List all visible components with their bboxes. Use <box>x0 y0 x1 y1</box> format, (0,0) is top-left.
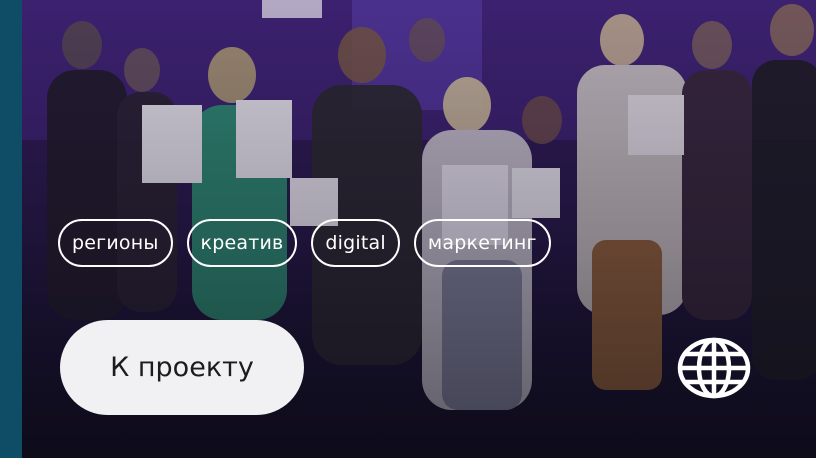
tag-regions[interactable]: регионы <box>58 219 173 267</box>
tag-digital[interactable]: digital <box>311 219 400 267</box>
globe-icon[interactable] <box>676 337 752 399</box>
project-card: регионы креатив digital маркетинг К прое… <box>0 0 816 458</box>
to-project-button[interactable]: К проекту <box>60 320 304 415</box>
left-edge-strip <box>0 0 22 458</box>
tag-marketing[interactable]: маркетинг <box>413 219 551 267</box>
tag-creative[interactable]: креатив <box>186 219 298 267</box>
tag-list: регионы креатив digital маркетинг <box>58 219 551 267</box>
